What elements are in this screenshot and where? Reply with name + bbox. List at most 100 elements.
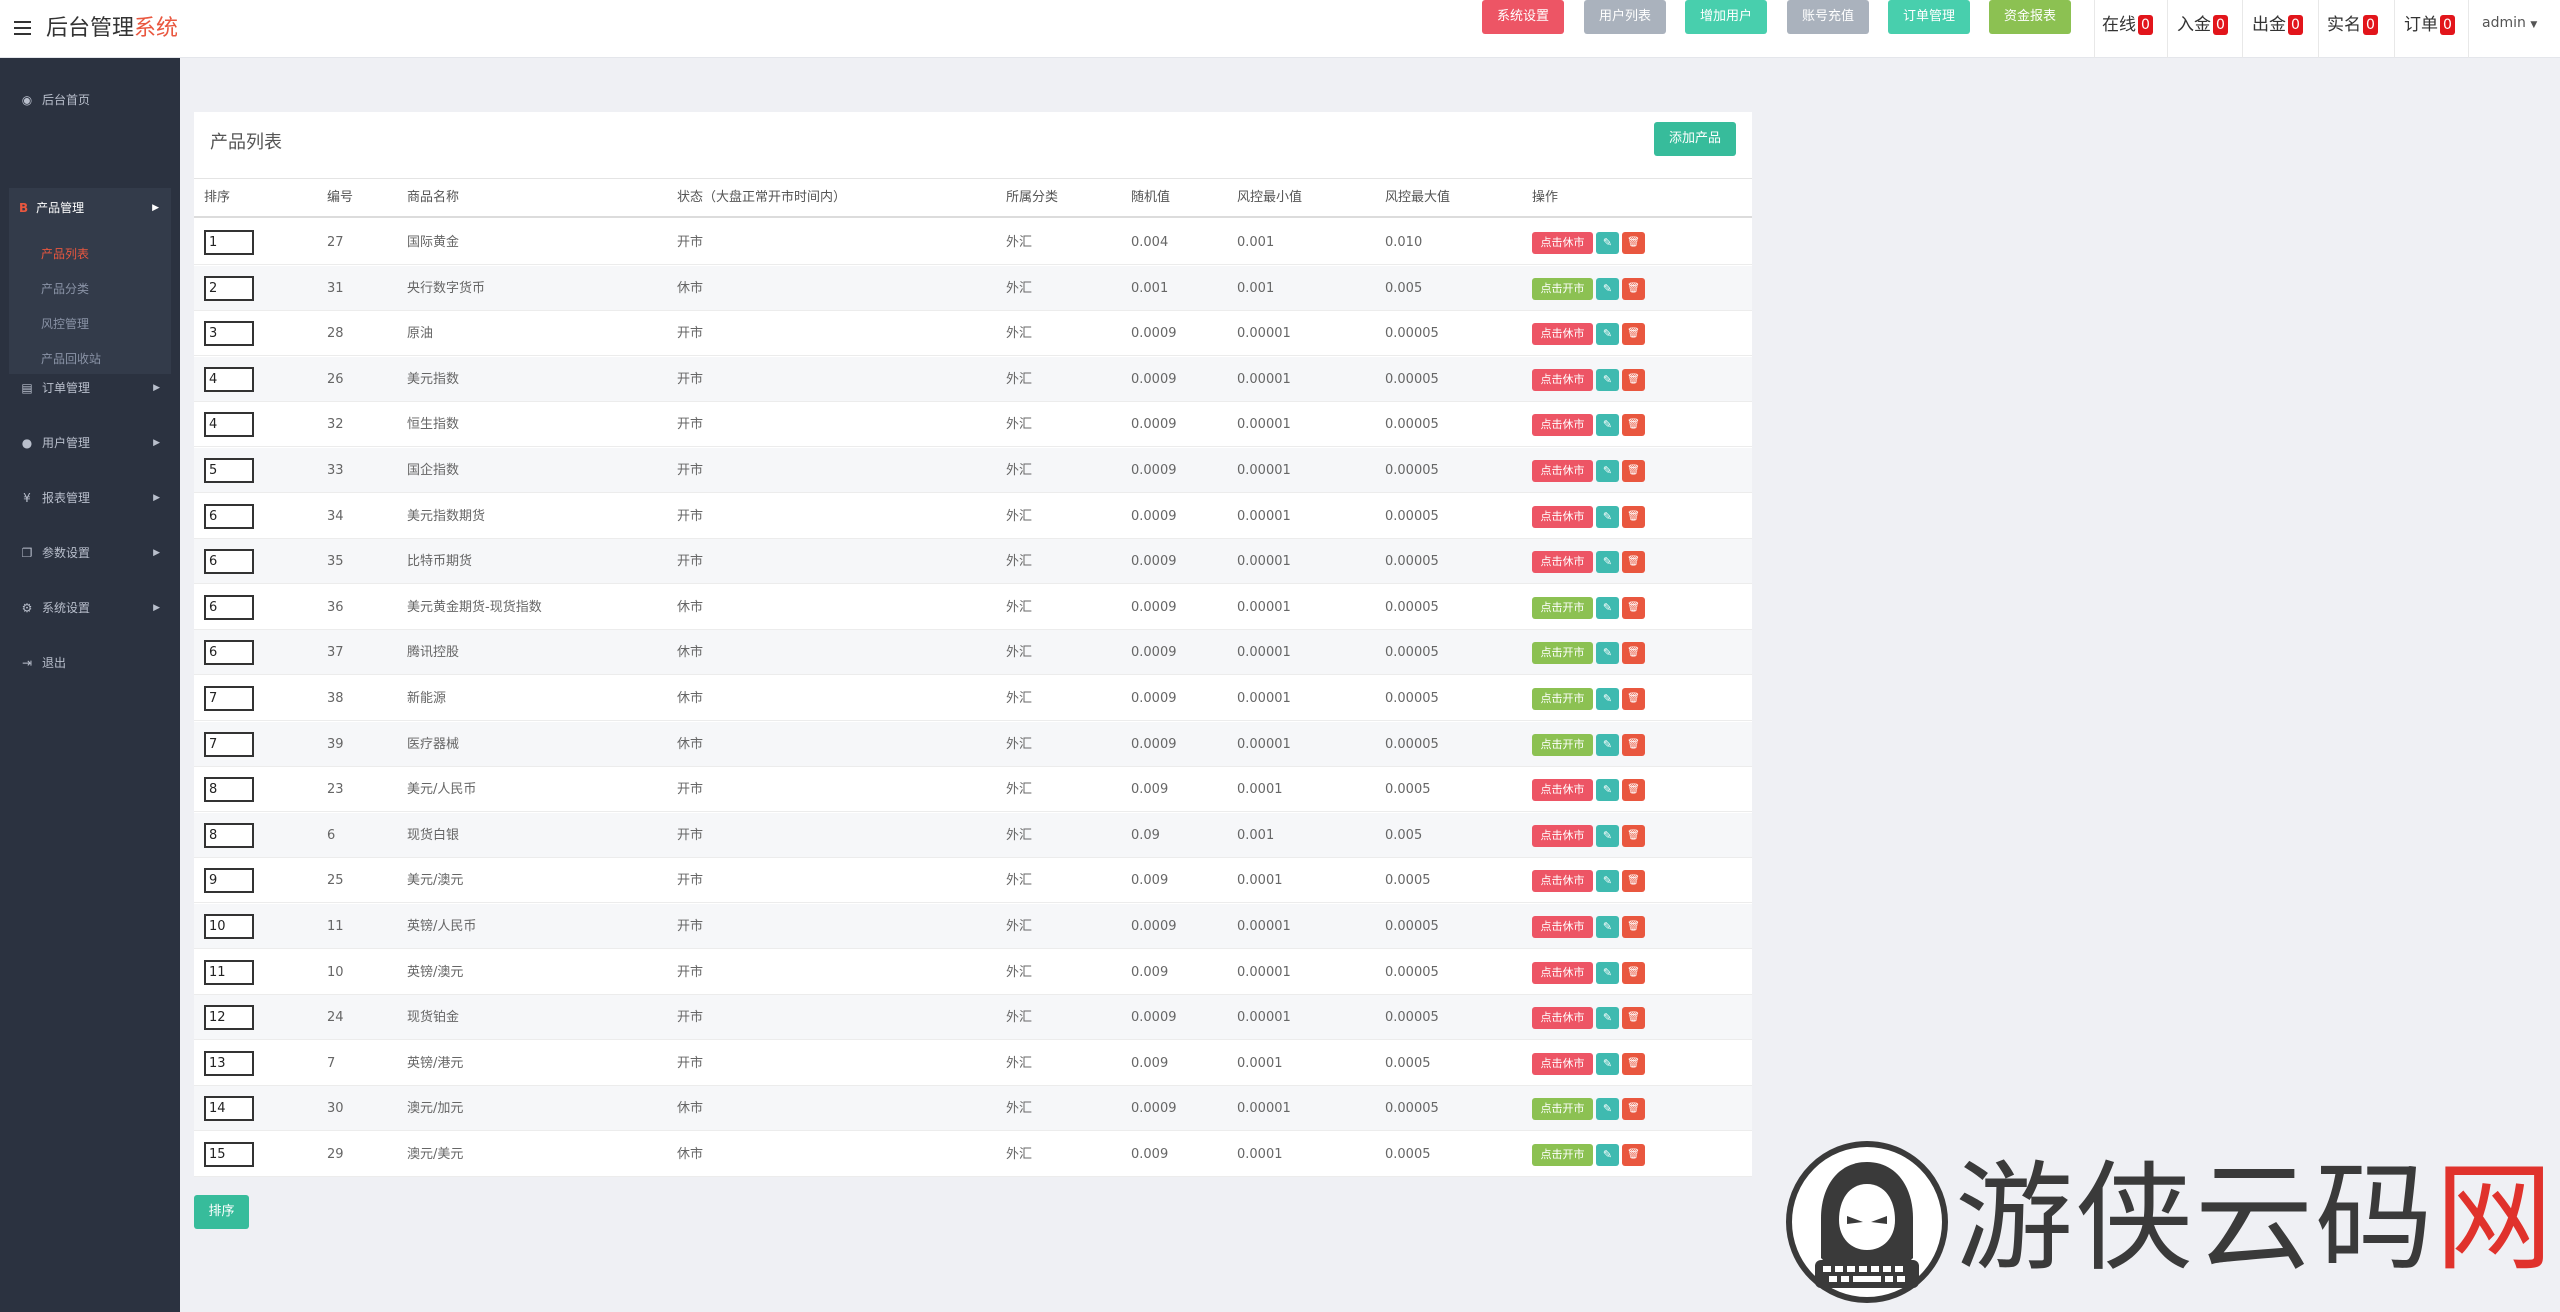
toggle-market-button[interactable]: 点击开市 [1532, 596, 1593, 619]
trash-icon[interactable]: 🗑 [1622, 460, 1645, 482]
sidebar-item-parameters[interactable]: ❐ 参数设置 ▶ [0, 533, 180, 573]
trash-icon[interactable]: 🗑 [1622, 1144, 1645, 1166]
sort-order-input[interactable] [204, 594, 254, 620]
trash-icon[interactable]: 🗑 [1622, 323, 1645, 346]
stat-online[interactable]: 在线 0 [2102, 13, 2153, 37]
toggle-market-button[interactable]: 点击休市 [1532, 414, 1593, 437]
sort-order-input[interactable] [204, 1005, 254, 1031]
sort-button[interactable]: 排序 [194, 1195, 249, 1229]
trash-icon[interactable]: 🗑 [1622, 232, 1645, 254]
trash-icon[interactable]: 🗑 [1622, 961, 1645, 984]
sort-order-input[interactable] [204, 822, 254, 848]
toggle-market-button[interactable]: 点击开市 [1532, 688, 1593, 710]
edit-icon[interactable]: ✎ [1596, 1098, 1619, 1121]
sort-order-input[interactable] [204, 686, 254, 711]
sort-order-input[interactable] [204, 1050, 254, 1076]
sort-order-input[interactable] [204, 640, 254, 666]
toggle-market-button[interactable]: 点击休市 [1532, 824, 1593, 847]
trash-icon[interactable]: 🗑 [1622, 870, 1645, 893]
sidebar-subitem-product-category[interactable]: 产品分类 [41, 280, 89, 297]
sort-order-input[interactable] [204, 959, 254, 985]
stat-withdraw[interactable]: 出金 0 [2252, 13, 2303, 37]
stat-realname[interactable]: 实名 0 [2327, 13, 2378, 37]
system-settings-button[interactable]: 系统设置 [1482, 0, 1564, 34]
edit-icon[interactable]: ✎ [1596, 551, 1619, 574]
stat-deposit[interactable]: 入金 0 [2177, 13, 2228, 37]
menu-toggle-icon[interactable] [14, 21, 31, 35]
edit-icon[interactable]: ✎ [1596, 642, 1619, 665]
trash-icon[interactable]: 🗑 [1622, 1007, 1645, 1030]
toggle-market-button[interactable]: 点击休市 [1532, 1052, 1593, 1075]
sidebar-item-home[interactable]: ◉ 后台首页 [0, 80, 180, 120]
sidebar-item-users[interactable]: ● 用户管理 ▶ [0, 423, 180, 463]
trash-icon[interactable]: 🗑 [1622, 1052, 1645, 1075]
toggle-market-button[interactable]: 点击休市 [1532, 779, 1593, 802]
edit-icon[interactable]: ✎ [1596, 232, 1619, 254]
trash-icon[interactable]: 🗑 [1622, 1098, 1645, 1121]
add-user-button[interactable]: 增加用户 [1685, 0, 1767, 34]
trash-icon[interactable]: 🗑 [1622, 277, 1645, 300]
sidebar-subitem-risk-control[interactable]: 风控管理 [41, 315, 89, 332]
fund-report-button[interactable]: 资金报表 [1989, 0, 2071, 34]
sort-order-input[interactable] [204, 503, 254, 529]
toggle-market-button[interactable]: 点击开市 [1532, 1144, 1593, 1166]
toggle-market-button[interactable]: 点击休市 [1532, 916, 1593, 938]
sort-order-input[interactable] [204, 549, 254, 575]
sidebar-item-products[interactable]: B 产品管理 ▶ [9, 188, 171, 228]
trash-icon[interactable]: 🗑 [1622, 779, 1645, 802]
edit-icon[interactable]: ✎ [1596, 1052, 1619, 1075]
sidebar-subitem-product-list[interactable]: 产品列表 [41, 245, 89, 262]
sort-order-input[interactable] [204, 412, 254, 438]
edit-icon[interactable]: ✎ [1596, 596, 1619, 619]
sidebar-item-logout[interactable]: ⇥ 退出 [0, 643, 180, 683]
edit-icon[interactable]: ✎ [1596, 824, 1619, 847]
toggle-market-button[interactable]: 点击休市 [1532, 870, 1593, 893]
sort-order-input[interactable] [204, 914, 254, 939]
trash-icon[interactable]: 🗑 [1622, 551, 1645, 574]
edit-icon[interactable]: ✎ [1596, 414, 1619, 437]
toggle-market-button[interactable]: 点击休市 [1532, 505, 1593, 528]
add-product-button[interactable]: 添加产品 [1654, 122, 1736, 156]
edit-icon[interactable]: ✎ [1596, 323, 1619, 346]
stat-orders[interactable]: 订单 0 [2404, 13, 2455, 37]
toggle-market-button[interactable]: 点击休市 [1532, 460, 1593, 482]
trash-icon[interactable]: 🗑 [1622, 824, 1645, 847]
edit-icon[interactable]: ✎ [1596, 870, 1619, 893]
edit-icon[interactable]: ✎ [1596, 460, 1619, 482]
trash-icon[interactable]: 🗑 [1622, 505, 1645, 528]
edit-icon[interactable]: ✎ [1596, 688, 1619, 710]
sort-order-input[interactable] [204, 777, 254, 803]
edit-icon[interactable]: ✎ [1596, 1144, 1619, 1166]
toggle-market-button[interactable]: 点击开市 [1532, 733, 1593, 756]
toggle-market-button[interactable]: 点击休市 [1532, 323, 1593, 346]
toggle-market-button[interactable]: 点击开市 [1532, 1098, 1593, 1121]
sort-order-input[interactable] [204, 275, 254, 301]
trash-icon[interactable]: 🗑 [1622, 368, 1645, 391]
admin-menu[interactable]: admin ▼ [2482, 15, 2537, 31]
user-list-button[interactable]: 用户列表 [1584, 0, 1666, 34]
toggle-market-button[interactable]: 点击开市 [1532, 277, 1593, 300]
sort-order-input[interactable] [204, 230, 254, 255]
edit-icon[interactable]: ✎ [1596, 779, 1619, 802]
trash-icon[interactable]: 🗑 [1622, 642, 1645, 665]
trash-icon[interactable]: 🗑 [1622, 596, 1645, 619]
edit-icon[interactable]: ✎ [1596, 368, 1619, 391]
trash-icon[interactable]: 🗑 [1622, 414, 1645, 437]
edit-icon[interactable]: ✎ [1596, 961, 1619, 984]
toggle-market-button[interactable]: 点击休市 [1532, 232, 1593, 254]
sort-order-input[interactable] [204, 366, 254, 392]
sort-order-input[interactable] [204, 321, 254, 347]
order-management-button[interactable]: 订单管理 [1888, 0, 1970, 34]
toggle-market-button[interactable]: 点击休市 [1532, 551, 1593, 574]
edit-icon[interactable]: ✎ [1596, 733, 1619, 756]
toggle-market-button[interactable]: 点击休市 [1532, 368, 1593, 391]
sort-order-input[interactable] [204, 458, 254, 483]
edit-icon[interactable]: ✎ [1596, 505, 1619, 528]
sort-order-input[interactable] [204, 731, 254, 757]
toggle-market-button[interactable]: 点击开市 [1532, 642, 1593, 665]
edit-icon[interactable]: ✎ [1596, 277, 1619, 300]
sidebar-item-orders[interactable]: ▤ 订单管理 ▶ [0, 368, 180, 408]
edit-icon[interactable]: ✎ [1596, 916, 1619, 938]
trash-icon[interactable]: 🗑 [1622, 733, 1645, 756]
account-recharge-button[interactable]: 账号充值 [1787, 0, 1869, 34]
